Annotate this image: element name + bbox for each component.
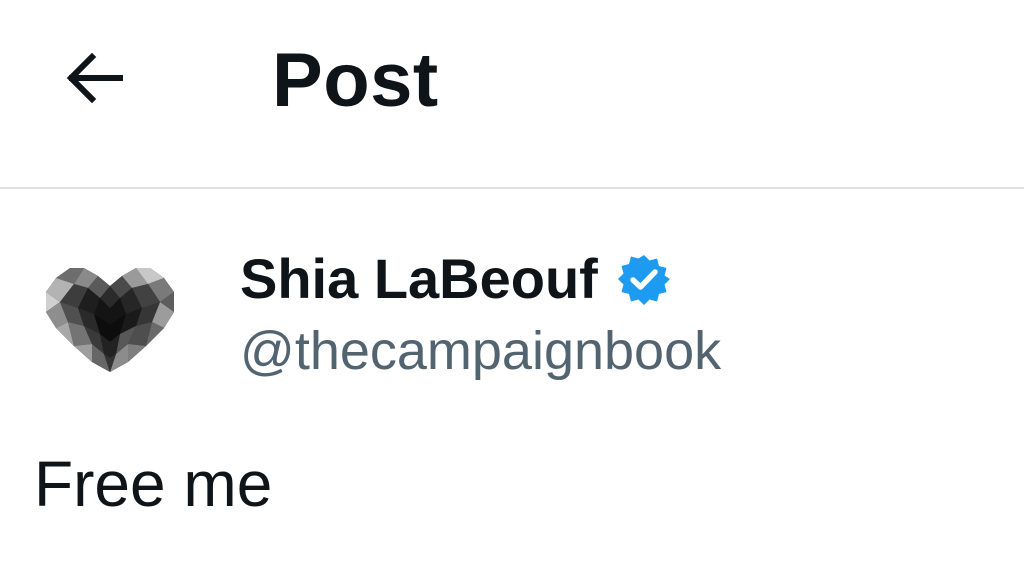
arrow-left-icon [66, 52, 123, 104]
author-row[interactable]: Shia LaBeouf [240, 242, 670, 316]
avatar[interactable] [44, 262, 176, 374]
post-header: Post [0, 0, 1024, 189]
author-display-name[interactable]: Shia LaBeouf [240, 244, 598, 314]
author-handle[interactable]: @thecampaignbook [240, 318, 721, 384]
pixel-heart-avatar-icon [46, 268, 174, 372]
page-title: Post [272, 38, 439, 123]
back-button[interactable] [44, 28, 144, 128]
verified-badge-icon[interactable] [617, 253, 670, 305]
post-text: Free me [34, 448, 273, 520]
